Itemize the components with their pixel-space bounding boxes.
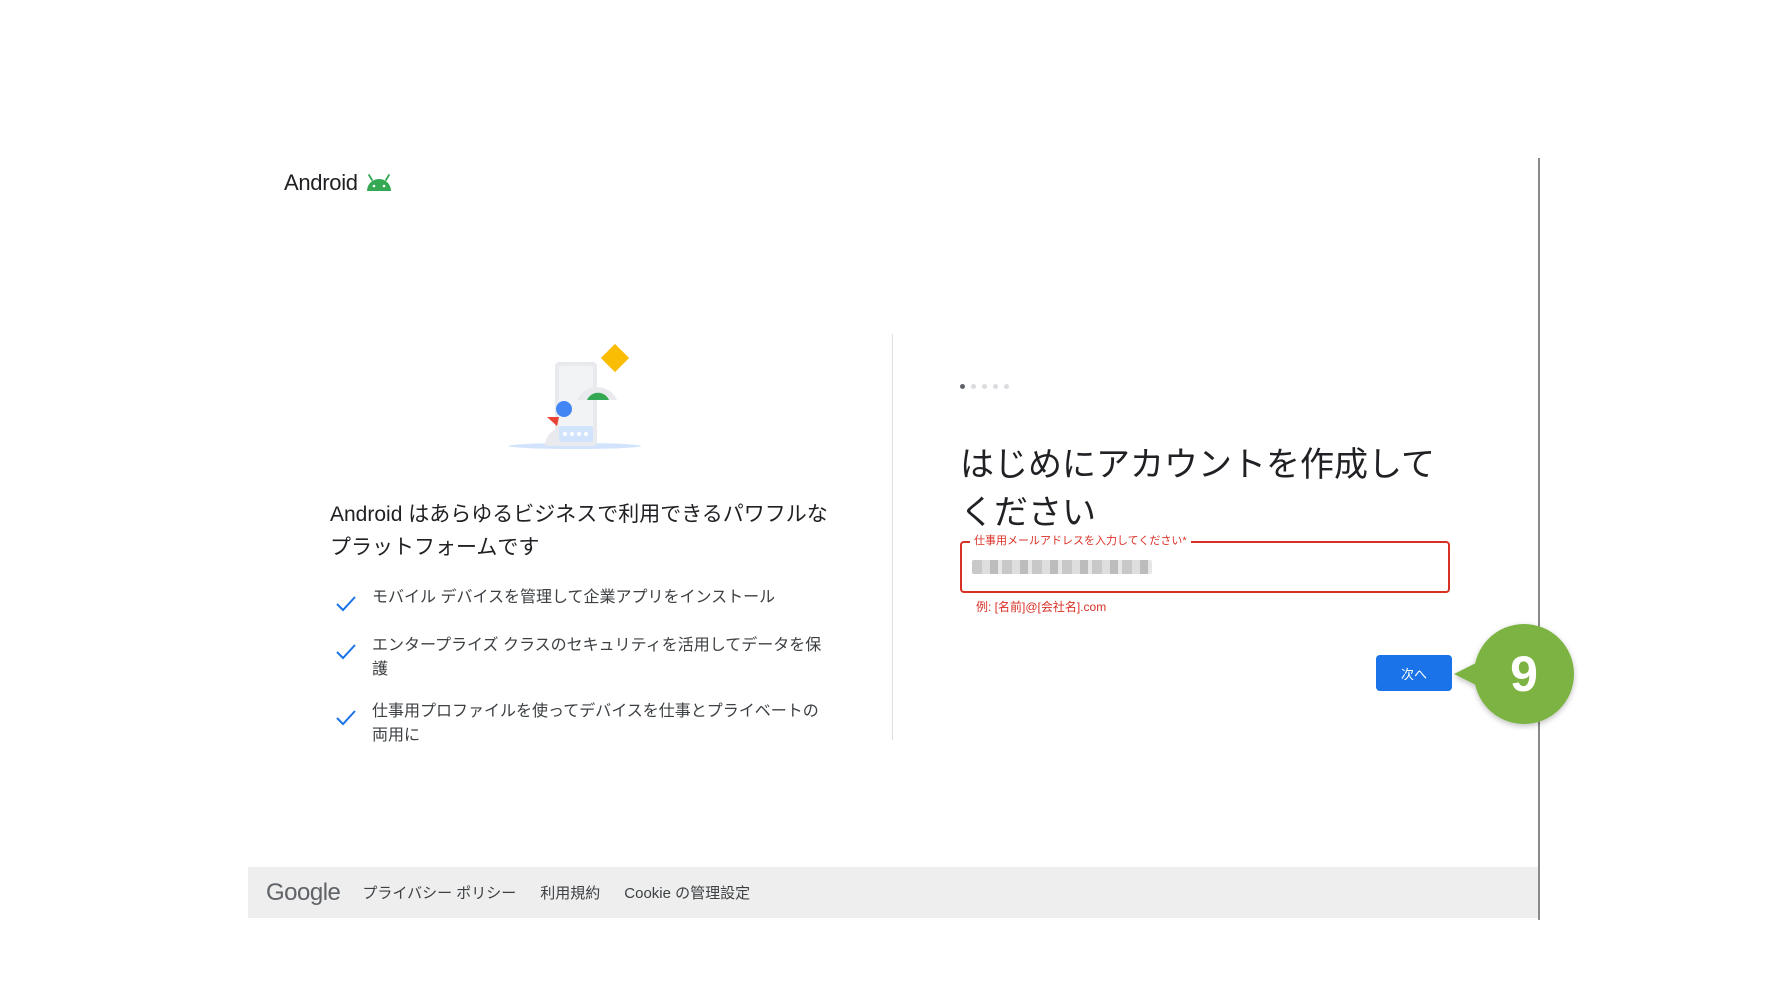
step-dot: [971, 384, 976, 389]
footer: Google プライバシー ポリシー 利用規約 Cookie の管理設定: [248, 867, 1538, 918]
feature-item: エンタープライズ クラスのセキュリティを活用してデータを保護: [334, 634, 824, 682]
feature-item: モバイル デバイスを管理して企業アプリをインストール: [334, 586, 824, 616]
window-edge: [1538, 158, 1540, 920]
step-dot-active: [960, 384, 965, 389]
checkmark-icon: [336, 710, 356, 726]
feature-text: モバイル デバイスを管理して企業アプリをインストール: [372, 589, 776, 606]
next-button[interactable]: 次へ: [1376, 655, 1452, 691]
step-indicator: [960, 384, 1009, 389]
step-dot: [982, 384, 987, 389]
intro-heading: Android はあらゆるビジネスで利用できるパワフルなプラットフォームです: [330, 503, 828, 559]
feature-item: 仕事用プロファイルを使ってデバイスを仕事とプライベートの両用に: [334, 700, 824, 748]
email-input[interactable]: [972, 555, 1446, 581]
step-dot: [993, 384, 998, 389]
email-hint: 例: [名前]@[会社名].com: [976, 600, 1107, 614]
email-field[interactable]: 仕事用メールアドレスを入力してください*: [960, 533, 1450, 593]
checkmark-icon: [336, 644, 356, 660]
cookie-settings-link[interactable]: Cookie の管理設定: [624, 882, 750, 903]
android-logo-text: Android: [284, 170, 358, 195]
google-logo: Google: [266, 878, 341, 906]
email-field-label: 仕事用メールアドレスを入力してください*: [970, 533, 1191, 549]
feature-list: モバイル デバイスを管理して企業アプリをインストール エンタープライズ クラスの…: [334, 586, 824, 766]
android-logo: Android: [284, 170, 394, 196]
step-dot: [1004, 384, 1009, 389]
terms-link[interactable]: 利用規約: [540, 882, 600, 903]
android-bot-icon: [366, 174, 391, 191]
checkmark-icon: [336, 596, 356, 612]
privacy-policy-link[interactable]: プライバシー ポリシー: [362, 882, 516, 903]
step-callout: 9: [1454, 624, 1574, 724]
feature-text: 仕事用プロファイルを使ってデバイスを仕事とプライベートの両用に: [372, 703, 819, 744]
feature-text: エンタープライズ クラスのセキュリティを活用してデータを保護: [372, 637, 822, 678]
callout-number: 9: [1510, 646, 1538, 702]
column-divider: [892, 334, 893, 740]
form-heading: はじめにアカウントを作成してください: [960, 445, 1435, 532]
device-illustration: [509, 343, 641, 449]
